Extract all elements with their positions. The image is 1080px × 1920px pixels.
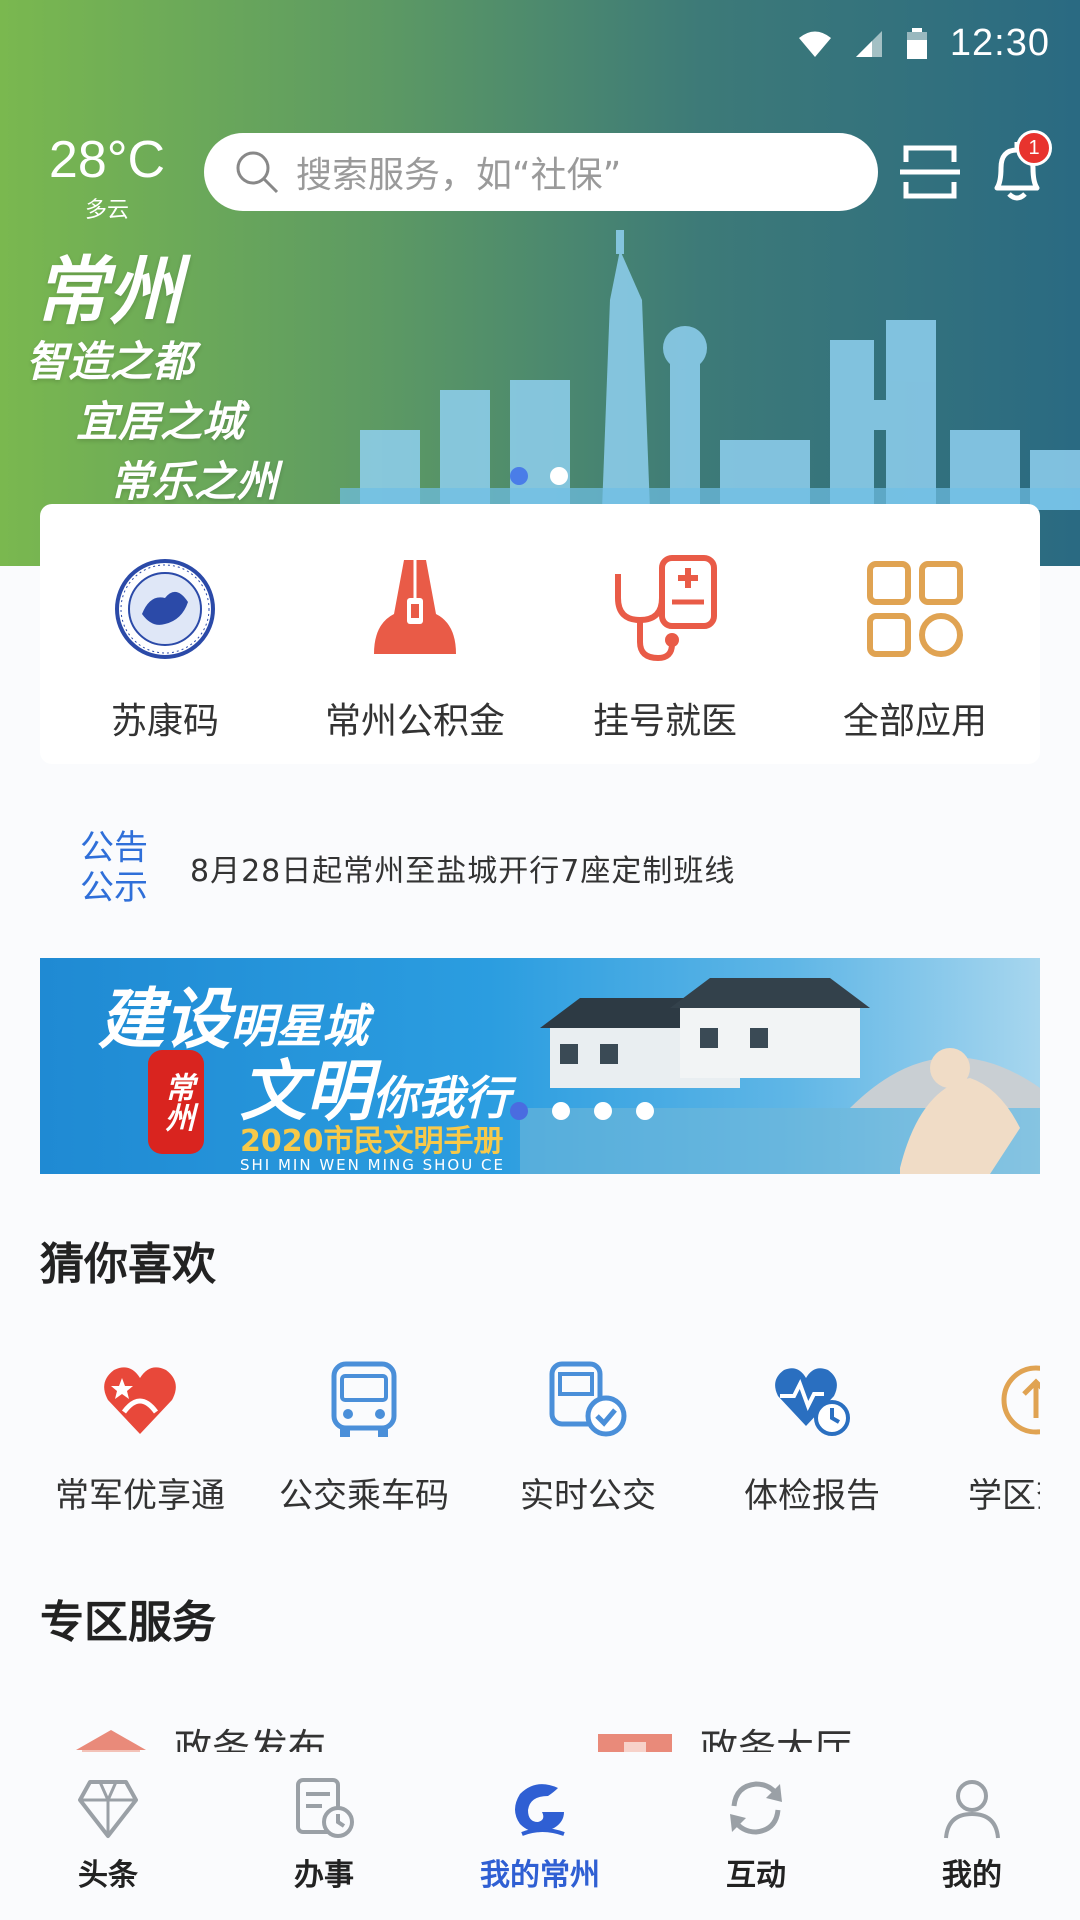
- hero-city: 常州: [34, 249, 182, 335]
- app-sukangma[interactable]: 苏康码: [50, 554, 280, 764]
- guess-item-school-district[interactable]: 学区查询: [936, 1360, 1040, 1517]
- banner-pagination: [510, 1102, 654, 1120]
- health-report-icon: [775, 1368, 850, 1436]
- search-placeholder: 搜索服务，如“社保”: [296, 155, 622, 196]
- guess-item-label: 体检报告: [744, 1476, 880, 1516]
- banner-line-1-big: 建设: [98, 981, 230, 1058]
- all-apps-grid-icon: [867, 561, 963, 657]
- status-bar: 12:30: [798, 22, 1050, 65]
- quick-apps-card: 苏康码 常州公积金 挂号就医 全部应用: [40, 504, 1040, 764]
- guess-item-realtime-bus[interactable]: 实时公交: [488, 1360, 688, 1517]
- realtime-bus-icon: [549, 1361, 627, 1437]
- tab-label: 我的: [942, 1858, 1002, 1893]
- guess-item-bus-code[interactable]: 公交乘车码: [264, 1360, 464, 1517]
- tab-interaction[interactable]: 互动: [666, 1776, 846, 1920]
- app-label: 全部应用: [842, 701, 987, 742]
- app-label: 挂号就医: [592, 701, 737, 742]
- temperature: 28°C: [48, 131, 166, 189]
- app-housing-fund[interactable]: 常州公积金: [300, 554, 530, 764]
- banner-pinyin: SHI MIN WEN MING SHOU CE: [240, 1156, 505, 1174]
- hero-line-2: 宜居之城: [76, 397, 245, 446]
- banner-dot: [552, 1102, 570, 1120]
- hero-banner[interactable]: 12:30 28°C 多云 搜索服务，如“社保” 1 常州 智造之都 宜居之城: [0, 0, 1080, 566]
- hero-pagination: [510, 467, 568, 485]
- guess-item-label: 学区查询: [968, 1476, 1040, 1516]
- refresh-icon: [730, 1781, 782, 1835]
- tab-label: 互动: [726, 1858, 786, 1893]
- city-skyline-illustration: [340, 230, 1080, 510]
- task-clock-icon: [296, 1778, 354, 1838]
- water-town-scene: [520, 978, 1040, 1174]
- app-label: 常州公积金: [324, 701, 505, 742]
- app-all-apps[interactable]: 全部应用: [800, 554, 1030, 764]
- housing-fund-icon: [374, 560, 456, 654]
- app-screen: 12:30 28°C 多云 搜索服务，如“社保” 1 常州 智造之都 宜居之城: [0, 0, 1080, 1920]
- guess-item-military[interactable]: 常军优享通: [40, 1360, 240, 1517]
- banner-subtitle: 2020市民文明手册: [240, 1124, 504, 1159]
- notice-tag-line-2: 公示: [80, 868, 148, 908]
- weather-condition: 多云: [84, 198, 129, 223]
- hero-dot: [550, 467, 568, 485]
- clock: 12:30: [949, 22, 1050, 64]
- search-input[interactable]: 搜索服务，如“社保”: [204, 133, 878, 211]
- guess-item-label: 公交乘车码: [279, 1476, 449, 1516]
- zone-section-title: 专区服务: [40, 1597, 216, 1648]
- stethoscope-icon: [615, 555, 717, 662]
- user-icon: [944, 1780, 1000, 1839]
- notice-bar[interactable]: 公告 公示 8月28日起常州至盐城开行7座定制班线: [80, 828, 735, 908]
- guess-item-label: 实时公交: [520, 1476, 656, 1516]
- changzhou-logo-icon: [515, 1784, 565, 1836]
- notification-badge: 1: [1016, 130, 1052, 166]
- scan-icon[interactable]: [898, 140, 962, 204]
- weather-widget[interactable]: 28°C 多云: [42, 132, 172, 224]
- diamond-icon: [78, 1780, 138, 1838]
- search-icon: [236, 151, 279, 194]
- hero-line-3: 常乐之州: [110, 457, 279, 506]
- notice-text[interactable]: 8月28日起常州至盐城开行7座定制班线: [190, 846, 735, 890]
- promo-banner[interactable]: 建设明星城 常州 文明你我行 2020市民文明手册 SHI MIN WEN MI…: [40, 958, 1040, 1174]
- guess-item-label: 常军优享通: [55, 1476, 225, 1516]
- tab-services[interactable]: 办事: [234, 1776, 414, 1920]
- tab-headlines[interactable]: 头条: [18, 1776, 198, 1920]
- app-hospital-registration[interactable]: 挂号就医: [550, 554, 780, 764]
- hero-line-1: 智造之都: [26, 337, 195, 386]
- banner-dot: [636, 1102, 654, 1120]
- bus-icon: [331, 1361, 397, 1437]
- tab-label: 办事: [294, 1858, 354, 1893]
- app-label: 苏康码: [110, 701, 219, 742]
- guess-item-health-report[interactable]: 体检报告: [712, 1360, 912, 1517]
- military-heart-icon: [104, 1367, 176, 1434]
- notice-tag-line-1: 公告: [80, 828, 148, 868]
- battery-icon: [906, 27, 927, 59]
- bottom-tab-bar: 头条 办事 我的常州 互动 我的: [0, 1752, 1080, 1920]
- guess-list[interactable]: 常军优享通 公交乘车码 实时公交 体检报告 学区: [40, 1360, 1040, 1520]
- tab-profile[interactable]: 我的: [882, 1776, 1062, 1920]
- banner-dot-active: [510, 1102, 528, 1120]
- changzhou-seal: 常州: [148, 1050, 204, 1154]
- hero-dot-active: [510, 467, 528, 485]
- guess-section-title: 猜你喜欢: [40, 1239, 216, 1290]
- tab-label: 头条: [78, 1858, 138, 1893]
- notice-tag: 公告 公示: [80, 828, 160, 908]
- wifi-icon: [798, 31, 831, 57]
- health-code-emblem-icon: [115, 559, 215, 659]
- tab-label: 我的常州: [480, 1858, 600, 1893]
- tab-my-changzhou[interactable]: 我的常州: [450, 1776, 630, 1920]
- school-district-icon: [1001, 1365, 1040, 1435]
- banner-dot: [594, 1102, 612, 1120]
- cell-signal-icon: [855, 30, 882, 57]
